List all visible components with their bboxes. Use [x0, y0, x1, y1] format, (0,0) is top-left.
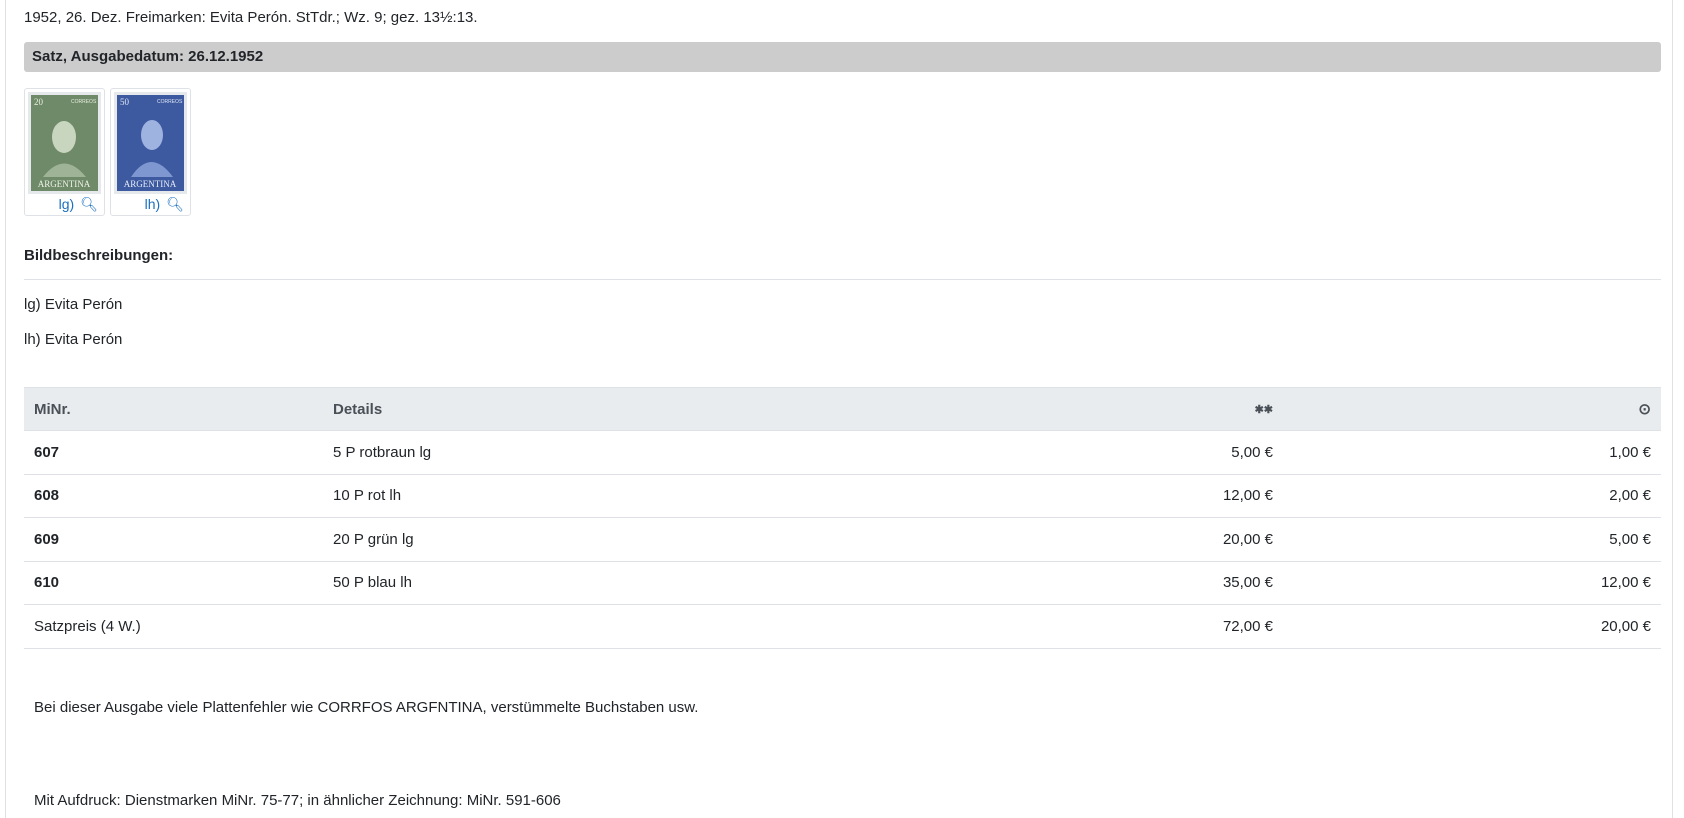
zoom-in-icon[interactable]: 🔍︎: [166, 196, 184, 212]
svg-text:ARGENTINA: ARGENTINA: [38, 179, 91, 189]
total-row: Satzpreis (4 W.) 72,00 €20,00 €: [24, 604, 1661, 649]
table-row: 607 5 P rotbraun lg 5,00 €1,00 €: [24, 430, 1661, 475]
col-details: Details: [323, 387, 973, 431]
price-table: MiNr. Details ✱✱ ⊙ 607 5 P rotbraun lg 5,0…: [24, 387, 1661, 649]
svg-text:20: 20: [34, 97, 44, 107]
note-plate-errors: Bei dieser Ausgabe viele Plattenfehler w…: [34, 699, 699, 716]
col-minr: MiNr.: [24, 387, 323, 431]
zoom-in-icon[interactable]: 🔍︎: [80, 196, 98, 212]
table-row: 608 10 P rot lh 12,00 €2,00 €: [24, 474, 1661, 518]
set-header: Satz, Ausgabedatum: 26.12.1952: [24, 42, 1661, 72]
issue-title: 1952, 26. Dez. Freimarken: Evita Perón. …: [24, 9, 478, 26]
stamp-label[interactable]: lh): [145, 196, 161, 212]
descriptions-heading: Bildbeschreibungen:: [24, 247, 174, 264]
table-row: 609 20 P grün lg 20,00 €5,00 €: [24, 517, 1661, 562]
stamp-thumbnail-lh[interactable]: 50 CORREOS ARGENTINA lh) 🔍︎: [110, 88, 191, 216]
svg-text:CORREOS: CORREOS: [71, 99, 97, 105]
stamp-thumbnail-lg[interactable]: 20 CORREOS ARGENTINA lg) 🔍︎: [24, 88, 105, 216]
stamp-image[interactable]: 50 CORREOS ARGENTINA: [114, 92, 187, 194]
col-used-icon: ⊙: [1283, 387, 1661, 431]
svg-text:ARGENTINA: ARGENTINA: [124, 179, 177, 189]
svg-text:50: 50: [120, 97, 130, 107]
note-overprint: Mit Aufdruck: Dienstmarken MiNr. 75-77; …: [34, 792, 561, 809]
stamp-label[interactable]: lg): [59, 196, 75, 212]
stamp-image[interactable]: 20 CORREOS ARGENTINA: [28, 92, 101, 194]
description-item: lh) Evita Perón: [24, 331, 123, 348]
col-mint-icon: ✱✱: [973, 387, 1283, 431]
divider: [24, 279, 1661, 280]
description-item: lg) Evita Perón: [24, 296, 123, 313]
table-row: 610 50 P blau lh 35,00 €12,00 €: [24, 561, 1661, 605]
svg-text:CORREOS: CORREOS: [157, 99, 183, 105]
